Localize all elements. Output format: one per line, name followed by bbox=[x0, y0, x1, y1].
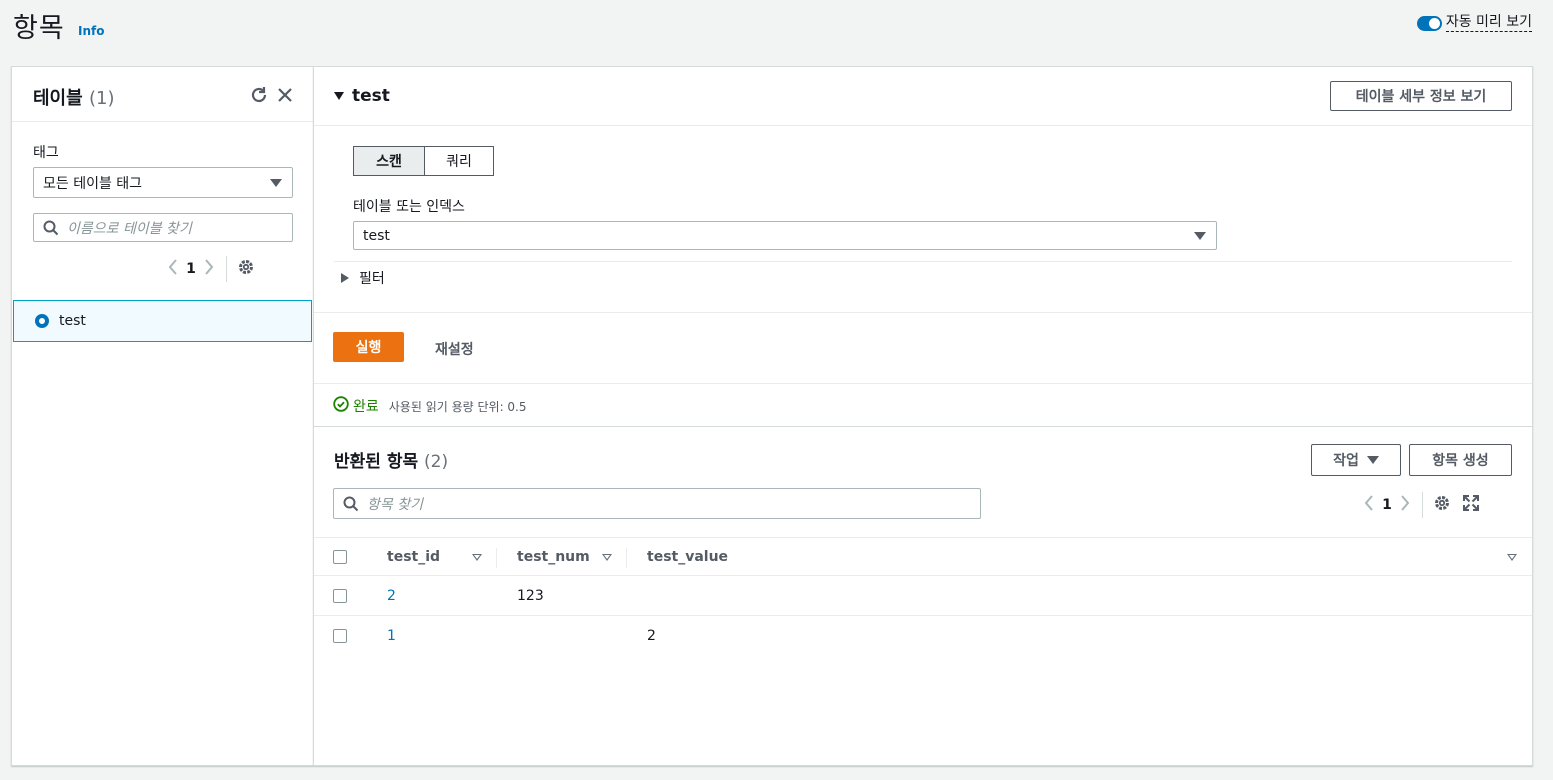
results-title-label: 반환된 항목 bbox=[334, 452, 419, 472]
row-checkbox[interactable] bbox=[333, 616, 347, 656]
gear-icon[interactable] bbox=[237, 258, 255, 280]
tables-count: (1) bbox=[88, 88, 115, 109]
table-detail-header: test 테이블 세부 정보 보기 bbox=[314, 67, 1532, 126]
reset-button[interactable]: 재설정 bbox=[435, 339, 474, 359]
chevron-left-icon[interactable] bbox=[166, 258, 180, 280]
results-pagination: 1 bbox=[1362, 492, 1479, 518]
scan-query-segmented: 스캔 쿼리 bbox=[353, 146, 494, 176]
scan-query-section: 스캔 쿼리 테이블 또는 인덱스 test 필터 bbox=[314, 126, 1532, 313]
run-section: 실행 재설정 bbox=[314, 313, 1532, 384]
sort-icon[interactable] bbox=[472, 554, 482, 561]
table-header-row: test_id test_num test_value bbox=[314, 537, 1532, 576]
tables-panel-title: 테이블 (1) bbox=[33, 84, 114, 110]
toggle-switch-icon[interactable] bbox=[1416, 15, 1442, 31]
actions-button-label: 작업 bbox=[1333, 453, 1359, 469]
index-label: 테이블 또는 인덱스 bbox=[353, 199, 465, 215]
item-search-placeholder: 항목 찾기 bbox=[367, 496, 423, 513]
select-all-checkbox[interactable] bbox=[333, 538, 347, 575]
cell-test-value: 2 bbox=[647, 628, 656, 644]
table-list-item[interactable]: test bbox=[13, 300, 312, 342]
index-select[interactable]: test bbox=[353, 221, 1217, 250]
caret-down-icon bbox=[270, 178, 282, 187]
caret-down-icon bbox=[1194, 231, 1206, 240]
table-search-input[interactable]: 이름으로 테이블 찾기 bbox=[33, 213, 293, 242]
page-number[interactable]: 1 bbox=[1376, 497, 1398, 513]
tag-select-value: 모든 테이블 태그 bbox=[43, 175, 143, 192]
table-search-placeholder: 이름으로 테이블 찾기 bbox=[67, 220, 192, 237]
checkbox-icon[interactable] bbox=[333, 549, 347, 564]
table-item-name: test bbox=[59, 313, 86, 329]
sort-icon[interactable] bbox=[602, 554, 612, 561]
sort-icon[interactable] bbox=[1507, 554, 1517, 561]
tag-label: 태그 bbox=[33, 145, 59, 161]
filter-toggle[interactable]: 필터 bbox=[341, 268, 385, 288]
column-divider[interactable] bbox=[496, 548, 497, 568]
column-header-test-id[interactable]: test_id bbox=[387, 538, 440, 575]
chevron-left-icon[interactable] bbox=[1362, 494, 1376, 516]
tables-panel-header: 테이블 (1) bbox=[12, 67, 313, 122]
table-row[interactable]: 2 123 bbox=[314, 576, 1532, 616]
page-header: 항목 Info 자동 미리 보기 bbox=[0, 0, 1553, 66]
table-detail-panel: test 테이블 세부 정보 보기 스캔 쿼리 테이블 또는 인덱스 test … bbox=[313, 66, 1533, 766]
filter-label: 필터 bbox=[359, 271, 385, 287]
status-text: 완료 bbox=[353, 399, 379, 415]
info-link[interactable]: Info bbox=[78, 24, 104, 38]
column-header-test-value[interactable]: test_value bbox=[647, 538, 728, 575]
status-indicator: 완료 사용된 읽기 용량 단위: 0.5 bbox=[333, 396, 527, 416]
tag-select[interactable]: 모든 테이블 태그 bbox=[33, 167, 293, 198]
refresh-icon[interactable] bbox=[248, 84, 270, 106]
check-circle-icon bbox=[333, 396, 349, 416]
pager-divider bbox=[226, 256, 227, 282]
caret-down-icon bbox=[1366, 456, 1379, 464]
item-search-input[interactable]: 항목 찾기 bbox=[333, 488, 981, 519]
table-row[interactable]: 1 2 bbox=[314, 616, 1532, 656]
cell-test-id-link[interactable]: 1 bbox=[387, 616, 396, 656]
chevron-right-icon[interactable] bbox=[202, 258, 216, 280]
cell-test-id-link[interactable]: 2 bbox=[387, 576, 396, 615]
items-table: test_id test_num test_value 2 123 1 2 bbox=[314, 537, 1532, 656]
table-details-button[interactable]: 테이블 세부 정보 보기 bbox=[1330, 81, 1512, 111]
autopreview-label[interactable]: 자동 미리 보기 bbox=[1445, 14, 1532, 32]
tables-pagination: 1 bbox=[166, 256, 255, 282]
actions-button[interactable]: 작업 bbox=[1311, 444, 1401, 476]
create-item-button[interactable]: 항목 생성 bbox=[1409, 444, 1512, 476]
run-button[interactable]: 실행 bbox=[333, 332, 404, 362]
triangle-right-icon bbox=[341, 273, 349, 283]
cell-test-num: 123 bbox=[517, 587, 544, 604]
tables-title-label: 테이블 bbox=[33, 88, 83, 109]
row-checkbox[interactable] bbox=[333, 576, 347, 615]
scan-tab[interactable]: 스캔 bbox=[353, 146, 425, 176]
status-section: 완료 사용된 읽기 용량 단위: 0.5 bbox=[314, 384, 1532, 427]
page-title: 항목 bbox=[13, 13, 65, 44]
gear-icon[interactable] bbox=[1433, 494, 1451, 516]
table-detail-toggle[interactable]: test bbox=[334, 86, 390, 106]
triangle-down-icon bbox=[334, 92, 344, 100]
results-count: (2) bbox=[424, 452, 449, 472]
checkbox-icon[interactable] bbox=[333, 588, 347, 603]
search-icon bbox=[43, 220, 59, 236]
chevron-right-icon[interactable] bbox=[1398, 494, 1412, 516]
divider bbox=[334, 261, 1512, 262]
tables-panel: 테이블 (1) 태그 모든 테이블 태그 이름으로 테이블 찾기 1 test bbox=[11, 66, 313, 766]
expand-icon[interactable] bbox=[1463, 495, 1479, 515]
query-tab[interactable]: 쿼리 bbox=[425, 146, 494, 176]
autopreview-toggle[interactable]: 자동 미리 보기 bbox=[1416, 14, 1532, 32]
search-icon bbox=[343, 496, 359, 512]
results-title: 반환된 항목 (2) bbox=[334, 447, 448, 472]
page-number[interactable]: 1 bbox=[180, 261, 202, 277]
pager-divider bbox=[1422, 492, 1423, 518]
radio-selected-icon[interactable] bbox=[35, 314, 49, 328]
status-detail: 사용된 읽기 용량 단위: 0.5 bbox=[388, 399, 527, 414]
close-icon[interactable] bbox=[274, 84, 296, 106]
index-select-value: test bbox=[363, 227, 390, 244]
table-detail-title: test bbox=[352, 86, 390, 106]
column-divider[interactable] bbox=[626, 548, 627, 568]
checkbox-icon[interactable] bbox=[333, 629, 347, 643]
column-header-test-num[interactable]: test_num bbox=[517, 538, 590, 575]
